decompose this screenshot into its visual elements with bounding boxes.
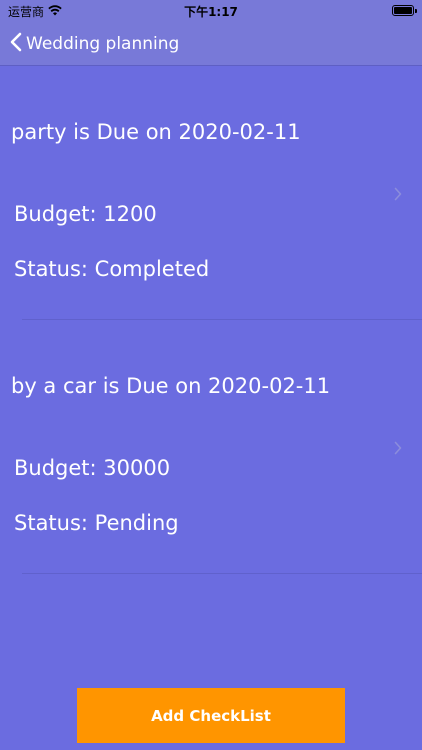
back-button[interactable]: Wedding planning	[10, 30, 179, 58]
chevron-right-icon	[394, 440, 402, 459]
status-time: 下午1:17	[184, 5, 238, 19]
checklist-item[interactable]: by a car is Due on 2020-02-11 Budget: 30…	[0, 320, 422, 574]
checklist-item-title: by a car is Due on 2020-02-11	[11, 374, 331, 398]
checklist-item-budget: Budget: 30000	[14, 456, 171, 480]
checklist-item-status: Status: Completed	[14, 257, 210, 281]
app-screen: 运营商 下午1:17 Wedding planning party is Due…	[0, 0, 422, 750]
back-button-label: Wedding planning	[26, 34, 180, 54]
chevron-left-icon	[10, 32, 22, 57]
checklist-item-title: party is Due on 2020-02-11	[11, 120, 301, 144]
checklist-item-budget: Budget: 1200	[14, 202, 157, 226]
checklist-item[interactable]: party is Due on 2020-02-11 Budget: 1200 …	[0, 66, 422, 320]
add-checklist-button[interactable]: Add CheckList	[77, 688, 345, 743]
battery-fill	[394, 7, 412, 14]
row-divider	[22, 573, 422, 574]
checklist-list: party is Due on 2020-02-11 Budget: 1200 …	[0, 66, 422, 574]
battery-icon	[392, 5, 417, 16]
chevron-right-icon	[394, 186, 402, 205]
status-bar: 运营商 下午1:17	[0, 0, 422, 22]
navigation-bar: Wedding planning	[0, 22, 422, 66]
checklist-item-status: Status: Pending	[14, 511, 179, 535]
